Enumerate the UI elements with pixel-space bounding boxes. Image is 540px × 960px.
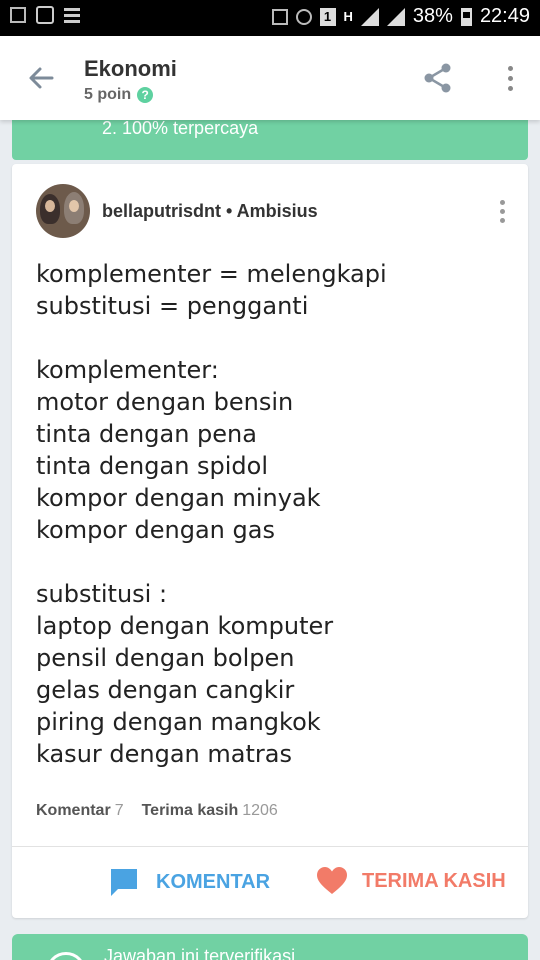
image-notification-icon — [10, 7, 26, 23]
notification-icons — [10, 6, 80, 24]
alarm-icon — [295, 8, 312, 25]
verified-banner-text: Jawaban ini terverifikasi — [104, 946, 296, 960]
answer-line: tinta dengan pena — [36, 420, 257, 448]
answer-line — [36, 546, 506, 578]
comment-icon — [111, 869, 137, 896]
thanks-count: 1206 — [242, 802, 278, 819]
verified-icon — [46, 952, 86, 960]
signal-icon — [360, 7, 379, 26]
clock: 22:49 — [479, 5, 530, 27]
answer-stats: Komentar 7 Terima kasih 1206 — [36, 802, 278, 820]
answer-card: bellaputrisdnt • Ambisius komplementer =… — [12, 164, 528, 918]
comment-button[interactable]: KOMENTAR — [108, 866, 270, 898]
more-options-button[interactable] — [496, 60, 524, 96]
answer-line: substitusi : — [36, 580, 168, 608]
previous-banner-text: 2. 100% terpercaya — [102, 118, 259, 138]
thanks-button[interactable]: TERIMA KASIH — [316, 866, 506, 896]
answer-line: kasur dengan matras — [36, 740, 292, 768]
answer-options-button[interactable] — [490, 198, 514, 228]
back-button[interactable] — [24, 60, 60, 96]
points-label: 5 poin ? — [84, 86, 154, 104]
thanks-button-label: TERIMA KASIH — [362, 869, 506, 892]
signal-icon-2 — [386, 7, 405, 26]
heart-icon — [317, 867, 347, 894]
answer-line: motor dengan bensin — [36, 388, 294, 416]
points-value: 5 poin — [84, 86, 132, 103]
answer-line: komplementer = melengkapi — [36, 260, 387, 288]
answer-text: komplementer = melengkapi substitusi = p… — [36, 258, 506, 770]
bbm-notification-icon — [36, 6, 54, 24]
status-bar: 1 H 38% 22:49 — [0, 0, 540, 36]
thanks-label: Terima kasih — [141, 802, 239, 819]
answer-line: piring dengan mangkok — [36, 708, 321, 736]
list-notification-icon — [64, 7, 80, 23]
answer-line — [36, 322, 506, 354]
vertical-dots-icon — [490, 198, 514, 223]
avatar[interactable] — [36, 184, 90, 238]
sim-badge: 1 — [319, 7, 336, 26]
divider — [12, 846, 528, 847]
share-icon — [424, 63, 451, 93]
author-name[interactable]: bellaputrisdnt • Ambisius — [102, 201, 318, 222]
answer-line: gelas dengan cangkir — [36, 676, 295, 704]
page-title: Ekonomi — [84, 56, 177, 81]
verified-answer-banner: Jawaban ini terverifikasi — [12, 934, 528, 960]
answer-line: substitusi = pengganti — [36, 292, 309, 320]
system-icons: 1 H 38% 22:49 — [271, 5, 530, 28]
comments-stat[interactable]: Komentar 7 — [36, 802, 124, 820]
comments-label: Komentar — [36, 802, 111, 819]
app-bar: Ekonomi 5 poin ? — [0, 36, 540, 120]
answer-line: pensil dengan bolpen — [36, 644, 295, 672]
comments-count: 7 — [114, 802, 124, 819]
answer-line: kompor dengan gas — [36, 516, 275, 544]
answer-line: kompor dengan minyak — [36, 484, 321, 512]
battery-percent: 38% — [412, 5, 453, 27]
comment-button-label: KOMENTAR — [156, 870, 271, 893]
arrow-left-icon — [29, 67, 54, 89]
network-type: H — [343, 9, 353, 24]
battery-icon — [460, 7, 472, 26]
answer-line: tinta dengan spidol — [36, 452, 269, 480]
mute-icon — [271, 8, 288, 25]
answer-line: komplementer: — [36, 356, 219, 384]
help-icon[interactable]: ? — [137, 87, 154, 103]
thanks-stat[interactable]: Terima kasih 1206 — [142, 802, 278, 820]
answer-line: laptop dengan komputer — [36, 612, 334, 640]
share-button[interactable] — [420, 60, 456, 96]
vertical-dots-icon — [496, 60, 524, 91]
